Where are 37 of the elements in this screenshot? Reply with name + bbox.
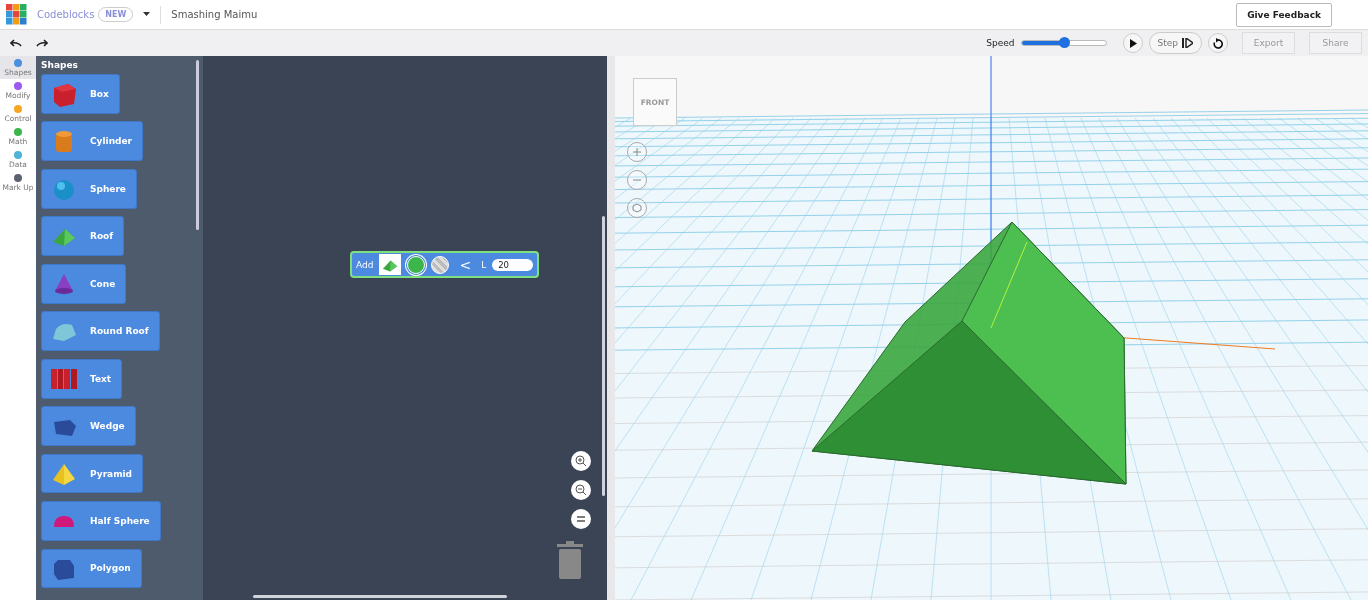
shape-block[interactable]: Half Sphere	[41, 501, 161, 541]
reset-zoom-icon[interactable]	[571, 509, 591, 529]
shape-block[interactable]: Pyramid	[41, 453, 144, 494]
play-button[interactable]	[1122, 33, 1143, 53]
size-label: L	[481, 259, 487, 270]
design-name[interactable]: Smashing Maimu	[171, 9, 258, 20]
color-swatch[interactable]	[407, 255, 426, 274]
flyout-title: Shapes	[41, 60, 79, 70]
reset-button[interactable]	[1208, 33, 1228, 53]
shape-block[interactable]: Cone	[41, 263, 127, 304]
shape-block[interactable]: Round Roof	[41, 311, 160, 352]
hole-swatch[interactable]	[431, 255, 450, 274]
shape-block[interactable]: Sphere	[41, 168, 137, 209]
play-icon	[1128, 38, 1137, 48]
3d-scene-drawing[interactable]	[615, 56, 1368, 600]
size-field[interactable]: 20	[492, 258, 534, 271]
shape-block[interactable]: Roof	[41, 216, 125, 257]
shape-block[interactable]: Cylinder	[41, 121, 144, 162]
speed-slider[interactable]	[1020, 40, 1107, 46]
zoom-in-icon[interactable]	[571, 451, 591, 471]
give-feedback-button[interactable]: Give Feedback	[1236, 2, 1332, 27]
add-shape-block[interactable]: Add < L 20	[350, 251, 540, 278]
shape-block[interactable]: Box	[41, 74, 120, 114]
caret-icon[interactable]	[143, 12, 151, 17]
shape-block[interactable]: Polygon	[41, 548, 142, 589]
zoom-out-icon[interactable]	[571, 480, 591, 500]
collapse-toggle[interactable]: <	[459, 256, 472, 273]
step-icon	[1182, 38, 1193, 48]
shape-block[interactable]: Text	[41, 358, 123, 399]
reset-icon	[1213, 37, 1223, 49]
app-name[interactable]: Codeblocks	[37, 9, 95, 20]
trash-icon[interactable]	[557, 541, 583, 579]
step-button[interactable]: Step	[1148, 32, 1202, 54]
shape-block[interactable]: Wedge	[41, 406, 136, 447]
logo-icon[interactable]	[6, 4, 27, 25]
speed-label: Speed	[986, 38, 1015, 48]
block-label: Add	[356, 259, 374, 270]
